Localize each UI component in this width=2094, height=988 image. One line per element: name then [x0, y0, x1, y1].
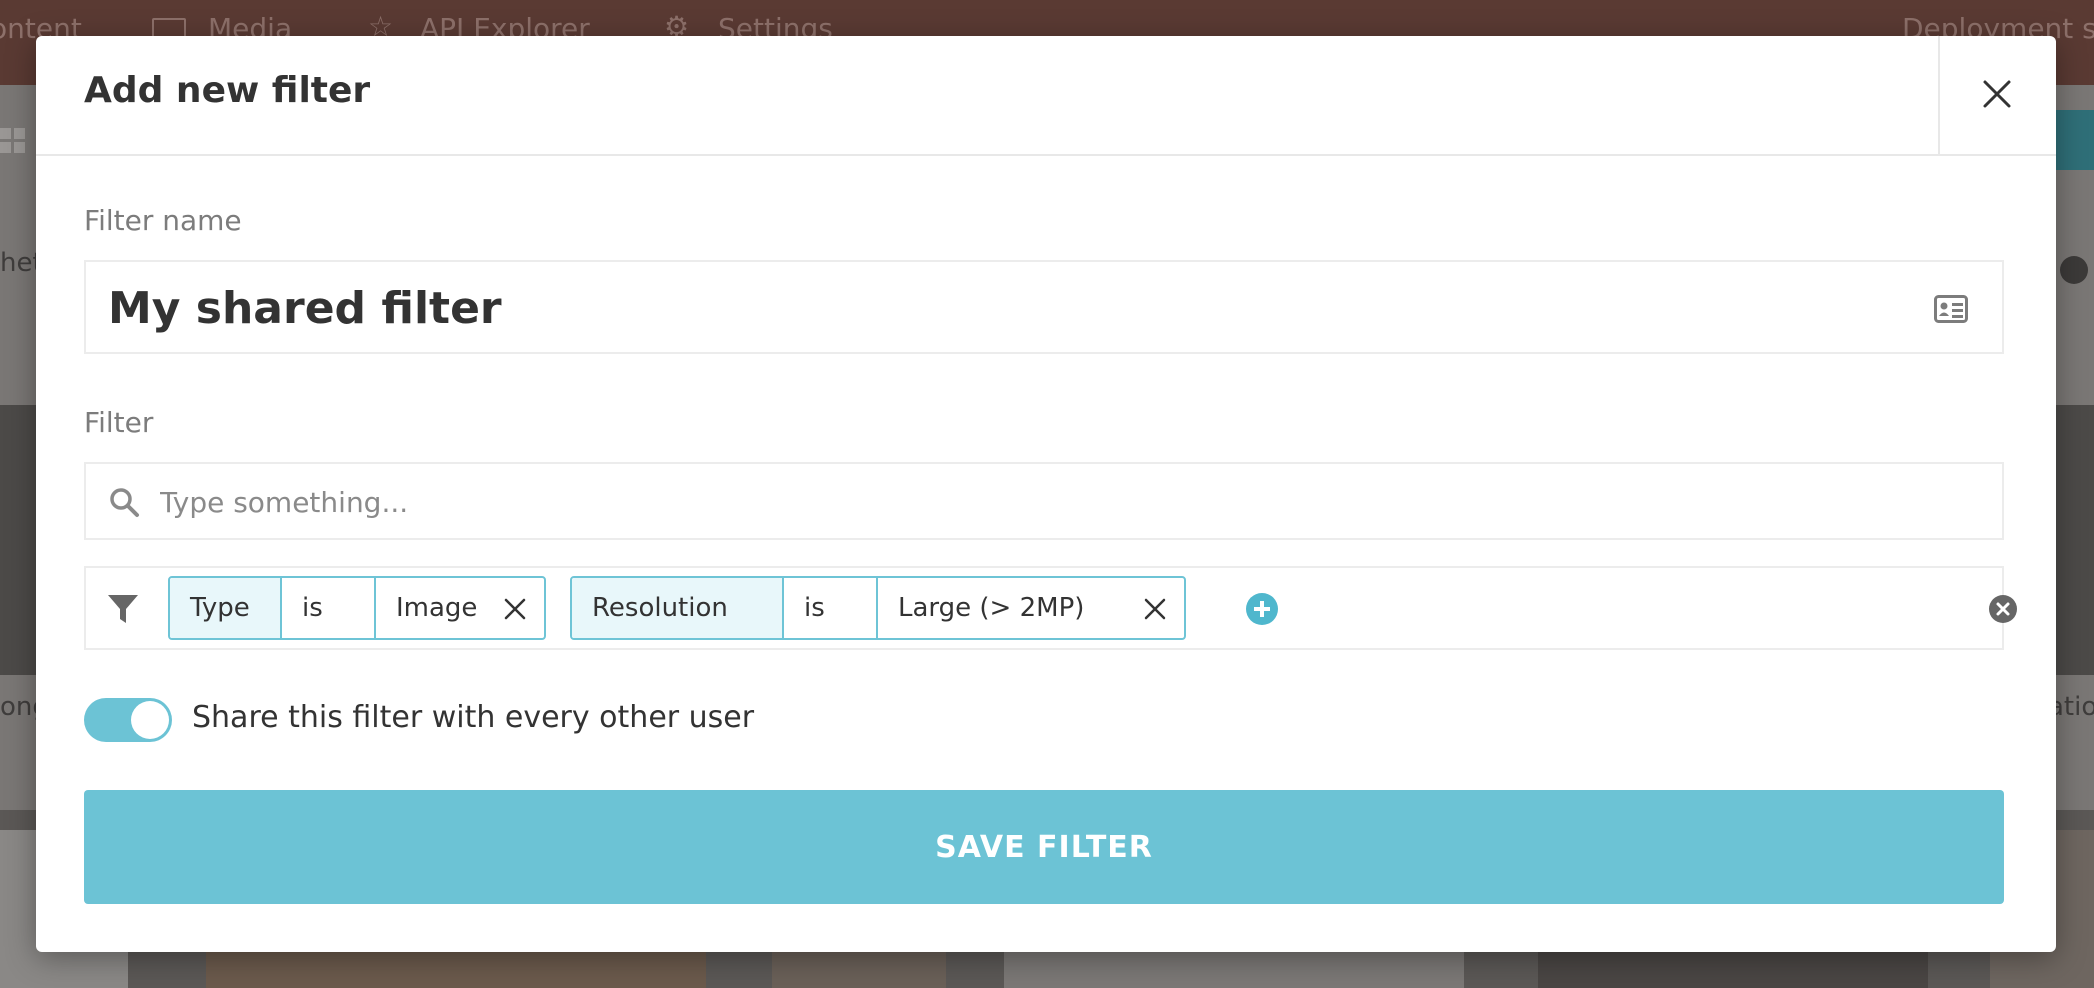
chip-remove-icon[interactable]: [504, 598, 526, 620]
chip-remove-icon[interactable]: [1144, 598, 1166, 620]
close-icon: [1983, 80, 2011, 108]
filter-name-label: Filter name: [84, 204, 242, 237]
share-toggle[interactable]: [84, 698, 172, 742]
modal-header: Add new filter: [36, 36, 2056, 156]
plus-circle-icon[interactable]: [1246, 593, 1278, 625]
filter-chip-resolution: Resolution is Large (> 2MP): [570, 576, 1186, 640]
chip-key[interactable]: Resolution: [572, 578, 784, 638]
chip-key[interactable]: Type: [170, 578, 282, 638]
filter-search-field[interactable]: [84, 462, 2004, 540]
active-filters-bar: Type is Image Resolution is Large (> 2MP…: [84, 566, 2017, 650]
grid-view-icon: [0, 128, 26, 154]
filter-search-input[interactable]: [158, 474, 1962, 530]
chip-value[interactable]: Large (> 2MP): [878, 578, 1184, 638]
close-button[interactable]: [1938, 36, 2056, 154]
filter-name-field[interactable]: [84, 260, 2004, 354]
clear-icon-bg: [2060, 256, 2088, 284]
chip-value-text: Image: [396, 593, 478, 623]
chip-operator[interactable]: is: [784, 578, 878, 638]
x-circle-icon[interactable]: [1988, 594, 2018, 624]
filter-label: Filter: [84, 406, 154, 439]
save-filter-button[interactable]: SAVE FILTER: [84, 790, 2004, 904]
filter-chip-type: Type is Image: [168, 576, 546, 640]
funnel-icon: [108, 595, 138, 623]
id-card-icon: [1934, 295, 1968, 323]
add-filter-modal: Add new filter Filter name Filter: [36, 36, 2056, 952]
toggle-knob: [131, 701, 169, 739]
search-icon: [110, 488, 139, 517]
add-button-bg: [2052, 110, 2094, 170]
modal-title: Add new filter: [84, 70, 371, 111]
share-toggle-label: Share this filter with every other user: [192, 700, 755, 735]
chip-operator[interactable]: is: [282, 578, 376, 638]
chip-value-text: Large (> 2MP): [898, 593, 1085, 623]
filter-name-input[interactable]: [106, 276, 1890, 340]
